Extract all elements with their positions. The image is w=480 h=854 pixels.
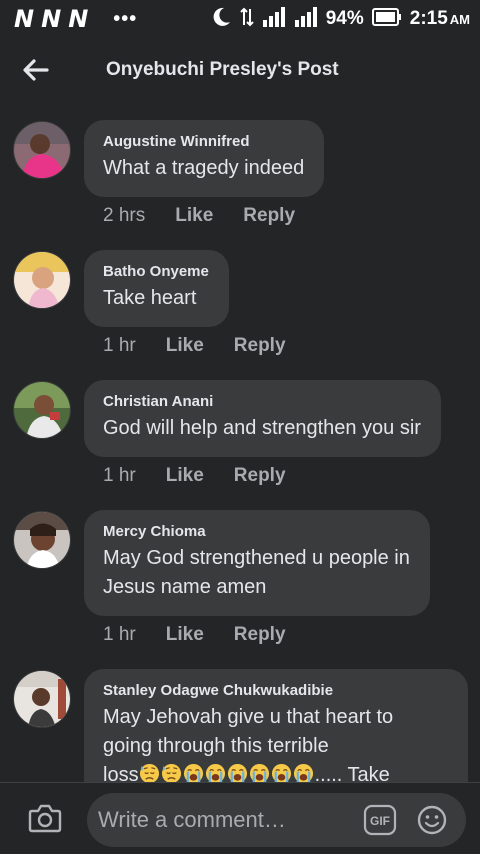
comment-timestamp: 1 hr xyxy=(103,465,136,486)
moon-icon xyxy=(210,6,232,33)
like-button[interactable]: Like xyxy=(166,465,204,487)
like-button[interactable]: Like xyxy=(175,205,213,227)
crying-face-emoji xyxy=(183,763,204,782)
comment-text: What a tragedy indeed xyxy=(103,154,304,183)
avatar[interactable] xyxy=(13,670,71,728)
like-button[interactable]: Like xyxy=(166,335,204,357)
sweat-face-emoji xyxy=(161,763,182,782)
more-notifications-icon: ••• xyxy=(113,7,138,30)
comment-timestamp: 1 hr xyxy=(103,624,136,645)
crying-face-emoji xyxy=(249,763,270,782)
comment-bubble[interactable]: Christian Anani God will help and streng… xyxy=(84,380,441,457)
comment-timestamp: 1 hr xyxy=(103,335,136,356)
sweat-face-emoji xyxy=(139,763,160,782)
clock: 2:15 AM xyxy=(410,8,470,30)
reply-button[interactable]: Reply xyxy=(243,205,295,227)
data-arrows-icon xyxy=(240,7,254,32)
crying-face-emoji xyxy=(293,763,314,782)
avatar[interactable] xyxy=(13,251,71,309)
notification-icons: N N N ••• xyxy=(14,5,137,33)
back-arrow-icon[interactable] xyxy=(22,58,50,82)
comment-line-last: loss ..... Take xyxy=(103,761,448,782)
crying-face-emoji xyxy=(205,763,226,782)
smiley-icon[interactable] xyxy=(416,804,448,836)
avatar[interactable] xyxy=(13,381,71,439)
status-bar: N N N ••• 94% 2:15 AM xyxy=(0,0,480,38)
comment-actions: 1 hr Like Reply xyxy=(103,335,286,357)
comment-line: God will help and strengthen you sir xyxy=(103,417,421,439)
comment-actions: 1 hr Like Reply xyxy=(103,624,286,646)
comment-actions: 2 hrs Like Reply xyxy=(103,205,295,227)
crying-face-emoji xyxy=(271,763,292,782)
comment-input[interactable] xyxy=(87,793,466,847)
battery-percent: 94% xyxy=(325,8,364,29)
comment-line: May God strengthened u people in xyxy=(103,547,410,569)
comment-line-end: ..... Take xyxy=(314,764,390,782)
notification-icon: N xyxy=(14,5,34,33)
notification-icon: N xyxy=(41,5,61,33)
comment-bubble[interactable]: Mercy Chioma May God strengthened u peop… xyxy=(84,510,430,616)
comment-composer: GIF xyxy=(0,782,480,854)
comment-text: May Jehovah give u that heart to going t… xyxy=(103,703,448,782)
gif-label: GIF xyxy=(370,814,390,828)
comment-bubble[interactable]: Batho Onyeme Take heart xyxy=(84,250,229,327)
signal-icon xyxy=(262,6,286,33)
signal-icon-2 xyxy=(294,6,318,33)
comment-author[interactable]: Mercy Chioma xyxy=(103,523,410,541)
gif-icon[interactable]: GIF xyxy=(363,803,397,837)
comment-line: Jesus name amen xyxy=(103,576,267,598)
clock-time: 2:15 xyxy=(409,8,448,29)
like-button[interactable]: Like xyxy=(166,624,204,646)
comment-bubble[interactable]: Stanley Odagwe Chukwukadibie May Jehovah… xyxy=(84,669,468,782)
comment-author[interactable]: Augustine Winnifred xyxy=(103,133,304,151)
comment-author[interactable]: Stanley Odagwe Chukwukadibie xyxy=(103,682,448,700)
emoji-row xyxy=(139,763,315,782)
avatar[interactable] xyxy=(13,511,71,569)
comment-line: May Jehovah give u that heart to xyxy=(103,706,394,728)
comment-line-start: loss xyxy=(103,764,139,782)
crying-face-emoji xyxy=(227,763,248,782)
comment-actions: 1 hr Like Reply xyxy=(103,465,286,487)
avatar[interactable] xyxy=(13,121,71,179)
comment-author[interactable]: Christian Anani xyxy=(103,393,421,411)
reply-button[interactable]: Reply xyxy=(234,465,286,487)
comment-bubble[interactable]: Augustine Winnifred What a tragedy indee… xyxy=(84,120,325,197)
battery-icon xyxy=(371,7,402,31)
page-title: Onyebuchi Presley's Post xyxy=(106,59,339,80)
comment-line: What a tragedy indeed xyxy=(103,157,305,179)
comment-text: May God strengthened u people in Jesus n… xyxy=(103,544,410,602)
status-right: 94% 2:15 AM xyxy=(210,6,470,33)
comment-author[interactable]: Batho Onyeme xyxy=(103,263,209,281)
post-header: Onyebuchi Presley's Post xyxy=(0,38,480,104)
comment-list: Augustine Winnifred What a tragedy indee… xyxy=(0,104,480,782)
comment-text: God will help and strengthen you sir xyxy=(103,414,421,443)
screen: N N N ••• 94% 2:15 AM Onyebuchi Presley'… xyxy=(0,0,480,854)
clock-ampm: AM xyxy=(449,12,470,27)
comment-timestamp: 2 hrs xyxy=(103,205,146,226)
reply-button[interactable]: Reply xyxy=(234,335,286,357)
camera-icon[interactable] xyxy=(28,803,62,833)
reply-button[interactable]: Reply xyxy=(234,624,286,646)
notification-icon: N xyxy=(68,5,88,33)
comment-line: Take heart xyxy=(103,287,197,309)
comment-line: going through this terrible xyxy=(103,735,329,757)
comment-text: Take heart xyxy=(103,284,209,313)
